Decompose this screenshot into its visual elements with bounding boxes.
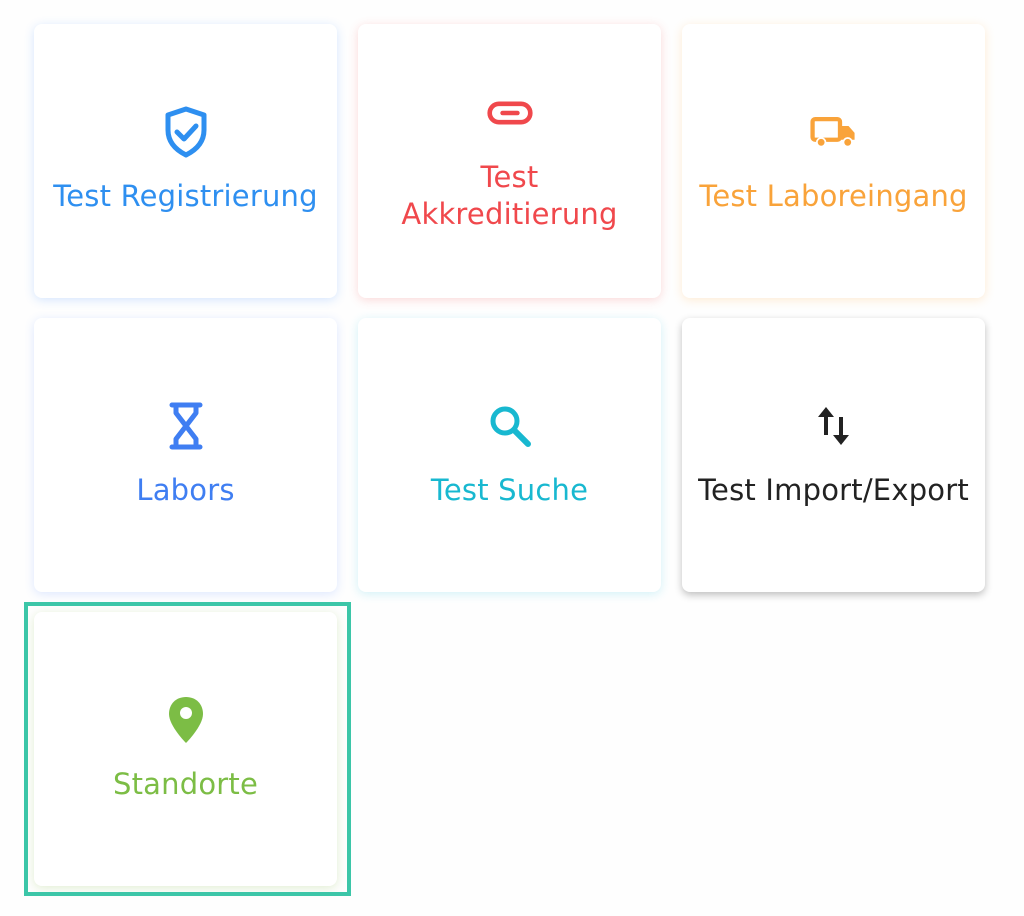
location-pin-icon — [162, 696, 210, 744]
tile-standorte[interactable]: Standorte — [34, 612, 337, 886]
tile-test-suche[interactable]: Test Suche — [358, 318, 661, 592]
tile-test-akkreditierung[interactable]: Test Akkreditierung — [358, 24, 661, 298]
tile-label: Test Suche — [430, 472, 589, 507]
tile-label: Test Laboreingang — [699, 178, 968, 213]
tile-label: Standorte — [112, 766, 259, 801]
truck-icon — [809, 108, 858, 156]
tile-test-laboreingang[interactable]: Test Laboreingang — [682, 24, 985, 298]
hourglass-icon — [162, 402, 210, 450]
tile-label: Test Akkreditierung — [401, 160, 618, 231]
tile-label: Labors — [136, 472, 235, 507]
tile-label: Test Registrierung — [53, 178, 318, 213]
search-icon — [486, 402, 534, 450]
tile-labors[interactable]: Labors — [34, 318, 337, 592]
arrows-up-down-icon — [810, 402, 858, 450]
tile-test-import-export[interactable]: Test Import/Export — [682, 318, 985, 592]
shield-check-icon — [162, 106, 210, 157]
tile-label: Test Import/Export — [698, 472, 969, 507]
tile-test-registrierung[interactable]: Test Registrierung — [34, 24, 337, 298]
link-icon — [486, 89, 534, 137]
